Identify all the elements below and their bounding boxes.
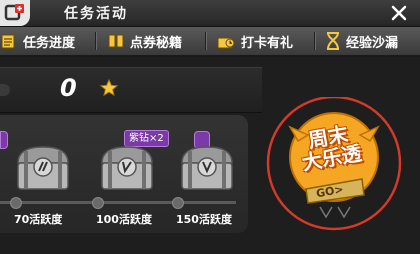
- tab-checkin-gift[interactable]: 打卡有礼: [216, 27, 293, 55]
- treasure-chest-icon[interactable]: [96, 143, 158, 193]
- star-icon: [100, 79, 118, 97]
- treasure-chest-icon[interactable]: [176, 143, 238, 193]
- progress-node: [10, 197, 22, 209]
- reward-label: 100活跃度: [96, 213, 152, 226]
- tab-label: 任务进度: [23, 35, 76, 51]
- tab-task-progress[interactable]: 任务进度: [0, 27, 75, 55]
- reward-badge-partial: [0, 131, 8, 149]
- tab-coupon-guide[interactable]: 点券秘籍: [107, 27, 182, 55]
- tab-divider: [95, 32, 96, 50]
- tab-divider: [314, 32, 315, 50]
- weekend-lottery-button[interactable]: 周末 大乐透 GO>: [250, 97, 410, 237]
- tab-bar: 任务进度 点券秘籍 打卡有礼 经验沙漏: [0, 27, 420, 57]
- points-value: 0: [60, 74, 77, 102]
- panel-edge-marker: [0, 84, 10, 96]
- reward-label: 150活跃度: [176, 213, 232, 226]
- tab-label: 经验沙漏: [346, 35, 399, 51]
- rewards-panel: 70活跃度 紫钻×2 100活跃度 150活跃度: [0, 115, 248, 233]
- title-bar: 任务活动: [0, 0, 420, 27]
- progress-track: [0, 201, 236, 204]
- main-area: 0 70活跃度 紫钻×2 100活跃度 150活跃度 周末 大乐透 GO>: [0, 57, 420, 254]
- tab-label: 打卡有礼: [241, 35, 294, 51]
- hourglass-icon: [327, 32, 339, 50]
- page-title: 任务活动: [64, 6, 128, 22]
- book-icon: [108, 34, 124, 48]
- tab-exp-hourglass[interactable]: 经验沙漏: [325, 27, 398, 55]
- points-panel: 0: [0, 67, 262, 113]
- back-icon: [4, 4, 24, 21]
- treasure-chest-icon[interactable]: [12, 143, 74, 193]
- tab-label: 点券秘籍: [130, 35, 183, 51]
- progress-node: [172, 197, 184, 209]
- back-button[interactable]: [0, 0, 30, 26]
- gift-icon: [217, 37, 235, 49]
- task-clipboard-icon: [1, 34, 15, 49]
- close-button[interactable]: [386, 1, 412, 25]
- progress-node: [92, 197, 104, 209]
- tab-divider: [205, 32, 206, 50]
- close-icon: [391, 5, 407, 21]
- reward-label: 70活跃度: [14, 213, 63, 226]
